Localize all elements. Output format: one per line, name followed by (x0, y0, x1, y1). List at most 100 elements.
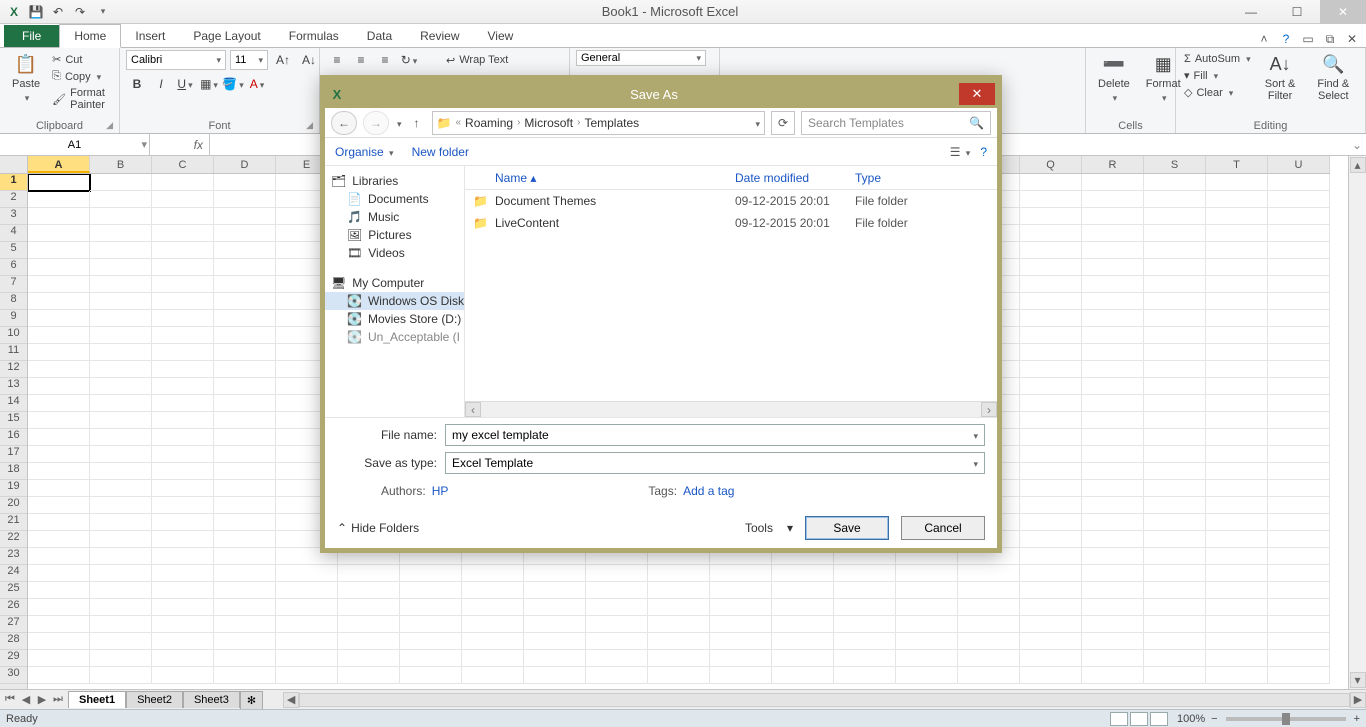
cell[interactable] (28, 514, 90, 531)
cell[interactable] (1144, 548, 1206, 565)
cell[interactable] (90, 174, 152, 191)
cell[interactable] (1206, 429, 1268, 446)
new-folder-button[interactable]: New folder (412, 145, 469, 159)
cell[interactable] (1144, 582, 1206, 599)
wrap-text-button[interactable]: ↩Wrap Text (444, 50, 510, 70)
cell[interactable] (28, 480, 90, 497)
row-header-19[interactable]: 19 (0, 480, 27, 497)
cell[interactable] (90, 480, 152, 497)
cell[interactable] (276, 667, 338, 684)
font-name-dropdown[interactable]: Calibri (126, 50, 226, 70)
cell[interactable] (214, 548, 276, 565)
cell[interactable] (90, 497, 152, 514)
cell[interactable] (524, 616, 586, 633)
cell[interactable] (28, 225, 90, 242)
cell[interactable] (214, 174, 276, 191)
cell[interactable] (1020, 174, 1082, 191)
cell[interactable] (1144, 293, 1206, 310)
row-header-18[interactable]: 18 (0, 463, 27, 480)
cell[interactable] (214, 225, 276, 242)
cell[interactable] (524, 667, 586, 684)
paste-button[interactable]: 📋 Paste (6, 50, 46, 106)
cell[interactable] (90, 565, 152, 582)
cell[interactable] (1268, 446, 1330, 463)
col-type[interactable]: Type (855, 171, 997, 185)
cell[interactable] (1082, 633, 1144, 650)
sidebar-documents[interactable]: 📄Documents (325, 190, 464, 208)
scroll-track[interactable] (1350, 174, 1366, 671)
cell[interactable] (462, 667, 524, 684)
cell[interactable] (338, 616, 400, 633)
cell[interactable] (1020, 497, 1082, 514)
cell[interactable] (90, 531, 152, 548)
tab-page-layout[interactable]: Page Layout (179, 25, 274, 47)
cell[interactable] (1206, 497, 1268, 514)
cell[interactable] (1020, 327, 1082, 344)
cell[interactable] (1206, 599, 1268, 616)
view-options-icon[interactable]: ☰ (950, 145, 971, 159)
filename-input[interactable]: my excel template (445, 424, 985, 446)
cell[interactable] (90, 582, 152, 599)
cell[interactable] (152, 429, 214, 446)
cell[interactable] (338, 667, 400, 684)
cell[interactable] (1144, 242, 1206, 259)
cell[interactable] (214, 412, 276, 429)
cell[interactable] (28, 395, 90, 412)
cell[interactable] (1206, 633, 1268, 650)
cell[interactable] (1020, 531, 1082, 548)
cell[interactable] (710, 633, 772, 650)
cell[interactable] (214, 582, 276, 599)
tab-view[interactable]: View (474, 25, 528, 47)
cell[interactable] (152, 174, 214, 191)
list-hscroll[interactable]: ‹ › (465, 401, 997, 417)
cell[interactable] (648, 633, 710, 650)
cell[interactable] (90, 633, 152, 650)
cell[interactable] (1268, 480, 1330, 497)
row-header-12[interactable]: 12 (0, 361, 27, 378)
dialog-help-icon[interactable]: ? (980, 145, 987, 159)
cell[interactable] (276, 565, 338, 582)
sheet-nav-first-icon[interactable]: ⏮ (2, 693, 18, 706)
redo-icon[interactable]: ↷ (70, 3, 90, 21)
cell[interactable] (1144, 446, 1206, 463)
cell[interactable] (1020, 599, 1082, 616)
cell[interactable] (834, 616, 896, 633)
zoom-value[interactable]: 100% (1177, 713, 1205, 725)
name-box[interactable]: A1▾ (0, 134, 150, 155)
cell[interactable] (1020, 633, 1082, 650)
cell[interactable] (90, 616, 152, 633)
cell[interactable] (214, 514, 276, 531)
cancel-button[interactable]: Cancel (901, 516, 985, 540)
row-header-16[interactable]: 16 (0, 429, 27, 446)
cell[interactable] (1206, 463, 1268, 480)
col-header-Q[interactable]: Q (1020, 156, 1082, 173)
cell[interactable] (400, 667, 462, 684)
cell[interactable] (772, 582, 834, 599)
cell[interactable] (1144, 599, 1206, 616)
cell[interactable] (1082, 395, 1144, 412)
cell[interactable] (400, 565, 462, 582)
zoom-in-icon[interactable]: + (1354, 713, 1360, 725)
cell[interactable] (462, 599, 524, 616)
cell[interactable] (772, 599, 834, 616)
crumb-roaming[interactable]: Roaming (465, 116, 513, 130)
cell[interactable] (648, 650, 710, 667)
sidebar-pictures[interactable]: 🖼Pictures (325, 226, 464, 244)
cell[interactable] (772, 633, 834, 650)
cell[interactable] (1144, 463, 1206, 480)
cell[interactable] (710, 616, 772, 633)
cell[interactable] (1144, 378, 1206, 395)
cell[interactable] (214, 429, 276, 446)
cell[interactable] (1082, 293, 1144, 310)
cell[interactable] (1144, 310, 1206, 327)
cell[interactable] (1206, 344, 1268, 361)
italic-button[interactable]: I (150, 74, 172, 94)
cell[interactable] (1082, 616, 1144, 633)
row-header-28[interactable]: 28 (0, 633, 27, 650)
cell[interactable] (834, 582, 896, 599)
cell[interactable] (1082, 446, 1144, 463)
cell[interactable] (214, 344, 276, 361)
cell[interactable] (1020, 225, 1082, 242)
cell[interactable] (152, 395, 214, 412)
cell[interactable] (152, 293, 214, 310)
